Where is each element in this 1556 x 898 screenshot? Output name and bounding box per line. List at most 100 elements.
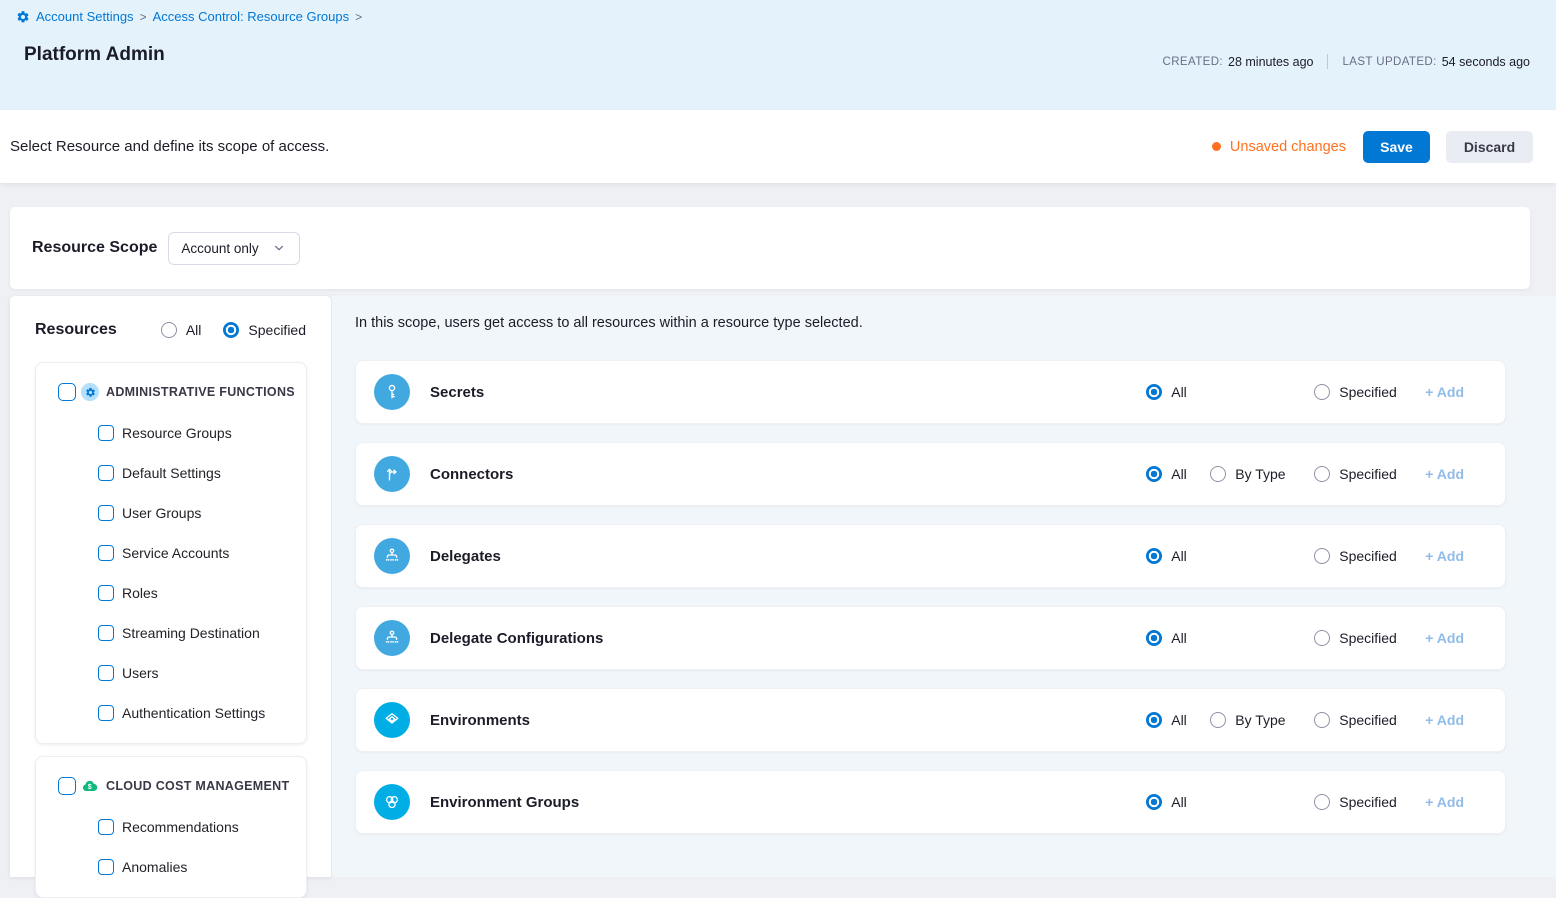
resources-mode-all-option[interactable]: All: [161, 322, 202, 338]
add-resources-link[interactable]: + Add: [1425, 548, 1464, 564]
item-checkbox[interactable]: [98, 585, 114, 601]
gear-icon: [16, 10, 30, 24]
radio-icon[interactable]: [1314, 384, 1330, 400]
radio-icon[interactable]: [1314, 548, 1330, 564]
add-resources-link[interactable]: + Add: [1425, 630, 1464, 646]
resource-type-label: Environments: [430, 712, 530, 729]
scope-specified-option[interactable]: Specified: [1314, 384, 1425, 400]
item-checkbox[interactable]: [98, 819, 114, 835]
scope-all-option[interactable]: All: [1146, 794, 1210, 810]
resource-type-label: Environment Groups: [430, 794, 579, 811]
environment-group-icon: [374, 784, 410, 820]
resource-checkbox-item: User Groups: [36, 493, 306, 533]
row-scope-controls: All Specified+ Add: [1146, 384, 1464, 400]
resource-checkbox-item: Default Settings: [36, 453, 306, 493]
delegate-config-icon: [374, 620, 410, 656]
environment-icon: [374, 702, 410, 738]
scope-all-option[interactable]: All: [1146, 630, 1210, 646]
group-checkbox[interactable]: [58, 777, 76, 795]
add-resources-link[interactable]: + Add: [1425, 712, 1464, 728]
resource-group-items: Recommendations Anomalies: [36, 807, 306, 887]
scope-all-option[interactable]: All: [1146, 548, 1210, 564]
item-checkbox[interactable]: [98, 705, 114, 721]
scope-all-option-label: All: [1171, 630, 1187, 646]
radio-icon[interactable]: [1210, 466, 1226, 482]
radio-icon[interactable]: [1146, 630, 1162, 646]
header-meta: CREATED: 28 minutes ago LAST UPDATED: 54…: [1163, 54, 1531, 69]
add-resources-link[interactable]: + Add: [1425, 384, 1464, 400]
created-label: CREATED:: [1163, 56, 1224, 68]
radio-icon[interactable]: [1210, 712, 1226, 728]
resource-type-label: Secrets: [430, 384, 484, 401]
scope-by-type-option[interactable]: By Type: [1210, 712, 1314, 728]
scope-specified-option[interactable]: Specified: [1314, 466, 1425, 482]
last-updated-value: 54 seconds ago: [1442, 55, 1530, 69]
radio-icon[interactable]: [1146, 384, 1162, 400]
toolbar-description: Select Resource and define its scope of …: [10, 138, 329, 155]
resource-type-label: Delegates: [430, 548, 501, 565]
resources-mode-specified-option[interactable]: Specified: [223, 322, 306, 338]
radio-icon[interactable]: [1146, 712, 1162, 728]
item-label: User Groups: [122, 505, 201, 521]
radio-icon[interactable]: [1146, 548, 1162, 564]
page-header-band: Account Settings > Access Control: Resou…: [0, 0, 1556, 110]
resource-type-row: Environments AllBy TypeSpecified+ Add: [355, 688, 1506, 752]
resource-scope-label: Resource Scope: [32, 239, 157, 257]
resource-type-row: Delegate Configurations All Specified+ Add: [355, 606, 1506, 670]
svg-text:$: $: [88, 782, 92, 790]
page-title: Platform Admin: [24, 44, 165, 66]
radio-icon[interactable]: [1314, 630, 1330, 646]
resource-scope-select[interactable]: Account only: [168, 232, 300, 265]
radio-icon[interactable]: [1314, 712, 1330, 728]
resource-group-label: CLOUD COST MANAGEMENT: [106, 779, 289, 793]
scope-all-option-label: All: [1171, 466, 1187, 482]
item-checkbox[interactable]: [98, 625, 114, 641]
radio-icon[interactable]: [1146, 794, 1162, 810]
scope-description: In this scope, users get access to all r…: [355, 315, 863, 331]
delegate-icon: [374, 538, 410, 574]
scope-specified-option[interactable]: Specified: [1314, 712, 1425, 728]
resource-checkbox-item: Anomalies: [36, 847, 306, 887]
resource-checkbox-item: Authentication Settings: [36, 693, 306, 733]
resource-type-label: Delegate Configurations: [430, 630, 603, 647]
item-label: Resource Groups: [122, 425, 232, 441]
item-checkbox[interactable]: [98, 465, 114, 481]
key-icon: [374, 374, 410, 410]
resource-type-row: Connectors All By Type Specified + Add: [355, 442, 1506, 506]
scope-specified-option[interactable]: Specified: [1314, 630, 1425, 646]
item-label: Roles: [122, 585, 158, 601]
item-label: Streaming Destination: [122, 625, 260, 641]
scope-by-type-option[interactable]: By Type: [1210, 466, 1314, 482]
add-resources-link[interactable]: + Add: [1425, 466, 1464, 482]
scope-all-option[interactable]: All: [1146, 384, 1210, 400]
item-checkbox[interactable]: [98, 859, 114, 875]
radio-icon[interactable]: [1146, 466, 1162, 482]
scope-all-option[interactable]: All: [1146, 466, 1210, 482]
item-label: Anomalies: [122, 859, 187, 875]
radio-icon[interactable]: [1314, 466, 1330, 482]
save-button[interactable]: Save: [1363, 131, 1430, 163]
resource-type-label: Connectors: [430, 466, 513, 483]
resource-group-label: ADMINISTRATIVE FUNCTIONS: [106, 385, 295, 399]
radio-icon[interactable]: [161, 322, 177, 338]
add-resources-link[interactable]: + Add: [1425, 794, 1464, 810]
breadcrumb-account-settings[interactable]: Account Settings: [36, 9, 134, 24]
scope-all-option[interactable]: All: [1146, 712, 1210, 728]
radio-icon[interactable]: [223, 322, 239, 338]
group-checkbox[interactable]: [58, 383, 76, 401]
radio-icon[interactable]: [1314, 794, 1330, 810]
resource-group-card: ADMINISTRATIVE FUNCTIONS Resource Groups D…: [35, 362, 307, 744]
admin-functions-icon: [81, 383, 99, 401]
item-checkbox[interactable]: [98, 545, 114, 561]
item-checkbox[interactable]: [98, 665, 114, 681]
item-label: Recommendations: [122, 819, 239, 835]
discard-button[interactable]: Discard: [1446, 131, 1533, 163]
item-checkbox[interactable]: [98, 505, 114, 521]
resources-mode-group: All Specified: [161, 322, 306, 338]
item-checkbox[interactable]: [98, 425, 114, 441]
breadcrumb-resource-groups[interactable]: Access Control: Resource Groups: [153, 9, 350, 24]
resource-scope-value: Account only: [181, 241, 258, 256]
scope-specified-option-label: Specified: [1339, 466, 1397, 482]
scope-specified-option[interactable]: Specified: [1314, 794, 1425, 810]
scope-specified-option[interactable]: Specified: [1314, 548, 1425, 564]
